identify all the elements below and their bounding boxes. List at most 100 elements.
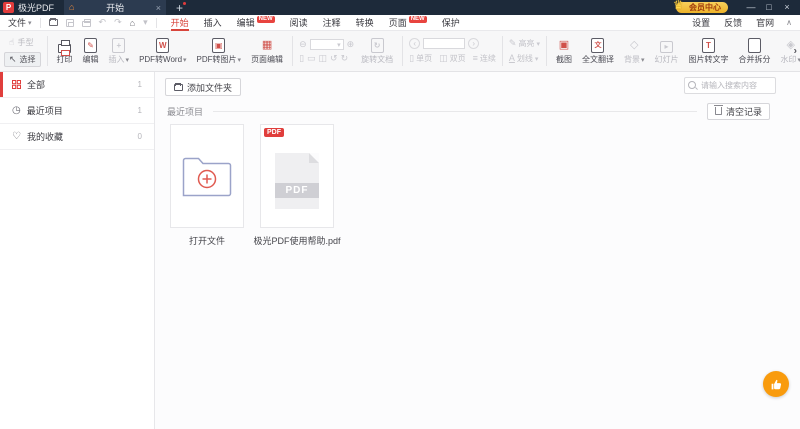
add-folder-label: 添加文件夹 (187, 82, 233, 93)
play-glyph: ▸ (664, 41, 669, 51)
new-badge: NEW (408, 16, 427, 23)
rotate-document-button: ↻ 旋转文档 (356, 32, 398, 70)
pdf-to-word-label: PDF转Word (139, 55, 183, 64)
cjk-glyph: 文 (594, 42, 602, 49)
sidebar-item-favorites[interactable]: ♡ 我的收藏 0 (0, 124, 154, 150)
clock-icon: ◷ (12, 104, 21, 116)
tab-insert[interactable]: 插入 (204, 15, 222, 31)
member-center-button[interactable]: ♛ 会员中心 (673, 0, 728, 13)
tab-convert[interactable]: 转换 (356, 15, 374, 31)
tab-read[interactable]: 阅读 (290, 15, 308, 31)
open-file-card[interactable] (170, 124, 244, 228)
grid-icon (12, 80, 21, 89)
zoom-group: ⊖ ▾ ⊕ ▯ ▭ ◫ ↺ ↻ (297, 39, 356, 63)
translate-icon: 文 (591, 38, 605, 53)
pdf-to-word-button[interactable]: W PDF转Word ▾ (134, 32, 191, 70)
window-controls: — □ × (742, 0, 796, 15)
pdf-help-card[interactable]: PDF PDF (260, 124, 334, 228)
slideshow-label: 幻灯片 (654, 54, 679, 64)
app-name: 极光PDF (18, 3, 55, 13)
title-bar: P 极光PDF ⌂ 开始 × + ♛ 会员中心 — □ × (0, 0, 800, 15)
search-box[interactable] (684, 77, 776, 94)
hand-tool-button[interactable]: ☝ 手型 (4, 35, 41, 50)
website-link[interactable]: 官网 (756, 16, 774, 29)
tab-annotate[interactable]: 注释 (323, 15, 341, 31)
merge-split-button[interactable]: 合并拆分 (733, 32, 775, 70)
merge-split-label: 合并拆分 (738, 55, 771, 64)
close-tab-icon[interactable]: × (156, 3, 161, 13)
feedback-link[interactable]: 反馈 (724, 16, 742, 29)
tab-label: 注释 (322, 18, 341, 28)
settings-link[interactable]: 设置 (692, 16, 710, 29)
open-file-icon[interactable] (48, 18, 58, 26)
divider (402, 36, 404, 66)
print-button[interactable]: 打印 (52, 32, 78, 70)
page-grid-icon: ▦ (261, 38, 274, 53)
screenshot-label: 截图 (555, 55, 572, 64)
edit-button[interactable]: ✎ 编辑 (78, 32, 104, 70)
chevron-down-icon: ▾ (337, 41, 341, 49)
search-input[interactable] (701, 78, 775, 93)
heart-icon: ♡ (12, 130, 21, 142)
add-folder-button[interactable]: 添加文件夹 (165, 78, 242, 96)
rotate-glyph: ↻ (373, 40, 381, 50)
tab-start[interactable]: 开始 (170, 15, 189, 31)
open-file-label: 打开文件 (188, 236, 226, 246)
zoom-level-select: ▾ (309, 39, 344, 50)
collapse-ribbon-icon[interactable]: ∧ (786, 18, 792, 27)
section-title: 最近项目 (167, 106, 204, 117)
page-edit-button[interactable]: ▦ 页面编辑 (246, 32, 288, 70)
image-to-text-label: 图片转文字 (688, 55, 729, 64)
new-tab-button[interactable]: + (176, 1, 187, 14)
pdf-to-image-button[interactable]: ▣ PDF转图片 ▾ (192, 32, 247, 70)
clear-records-button[interactable]: 清空记录 (706, 102, 770, 120)
merge-split-icon (747, 38, 765, 57)
slideshow-button: ▸ 幻灯片 (649, 32, 683, 70)
image-to-text-button[interactable]: T 图片转文字 (683, 32, 733, 70)
sidebar-item-all[interactable]: 全部 1 (0, 72, 154, 98)
divider (155, 17, 157, 28)
file-menu-label: 文件 (8, 18, 27, 28)
select-cursor-icon: ↖ (9, 54, 17, 64)
toolbar-overflow-button[interactable]: › (794, 46, 797, 57)
item-count: 1 (137, 80, 142, 89)
minimize-button[interactable]: — (742, 0, 760, 15)
rotate-document-label: 旋转文档 (361, 55, 394, 64)
rotate-right-icon: ↻ (340, 53, 349, 63)
file-menu[interactable]: 文件 ▾ (8, 16, 32, 29)
redo-icon: ↷ (114, 17, 122, 27)
toolbar: ☝ 手型 ↖ 选择 打印 ✎ 编辑 + 插入▾ W PDF转Word▾ ▣ (0, 31, 800, 72)
diamond-glyph: ◇ (629, 39, 639, 51)
tab-edit[interactable]: 编辑 NEW (237, 15, 275, 31)
print-label: 打印 (56, 54, 73, 64)
sidebar-item-label: 我的收藏 (26, 132, 63, 142)
hand-tool-label: 手型 (17, 38, 34, 47)
feedback-fab-button[interactable] (763, 371, 789, 397)
document-tab-home[interactable]: ⌂ 开始 × (64, 0, 167, 15)
sidebar-item-label: 全部 (27, 80, 46, 90)
underline-icon: A (508, 53, 515, 63)
home-quick-icon[interactable]: ⌂ (130, 18, 135, 28)
tab-protect[interactable]: 保护 (442, 15, 460, 31)
chevron-down-icon: ▾ (237, 56, 242, 64)
ocr-icon: T (701, 38, 715, 53)
customize-toolbar-icon[interactable]: ▾ (143, 17, 148, 28)
pdf-badge: PDF (264, 128, 284, 137)
translate-button[interactable]: 文 全文翻译 (577, 32, 619, 70)
screenshot-button[interactable]: ▣ 截图 (551, 32, 577, 70)
menu-bar: 文件 ▾ ↶ ↷ ⌂ ▾ 开始 插入 编辑 NEW 阅读 注释 转换 页面 NEW … (0, 15, 800, 31)
tab-label: 转换 (355, 18, 374, 28)
divider (501, 36, 503, 66)
maximize-button[interactable]: □ (760, 0, 778, 15)
page-number-input (423, 38, 466, 49)
sidebar-item-recent[interactable]: ◷ 最近项目 1 (0, 98, 154, 124)
fit-height-icon: ▯ (299, 53, 305, 63)
undo-icon: ↶ (98, 17, 107, 27)
tab-label: 插入 (203, 18, 222, 28)
select-tool-button[interactable]: ↖ 选择 (4, 52, 41, 67)
pdf-document-icon: PDF (275, 153, 319, 209)
tab-page[interactable]: 页面 NEW (389, 15, 427, 31)
fit-page-icon: ▭ (307, 53, 316, 63)
close-window-button[interactable]: × (778, 0, 796, 15)
edit-label: 编辑 (82, 55, 99, 64)
